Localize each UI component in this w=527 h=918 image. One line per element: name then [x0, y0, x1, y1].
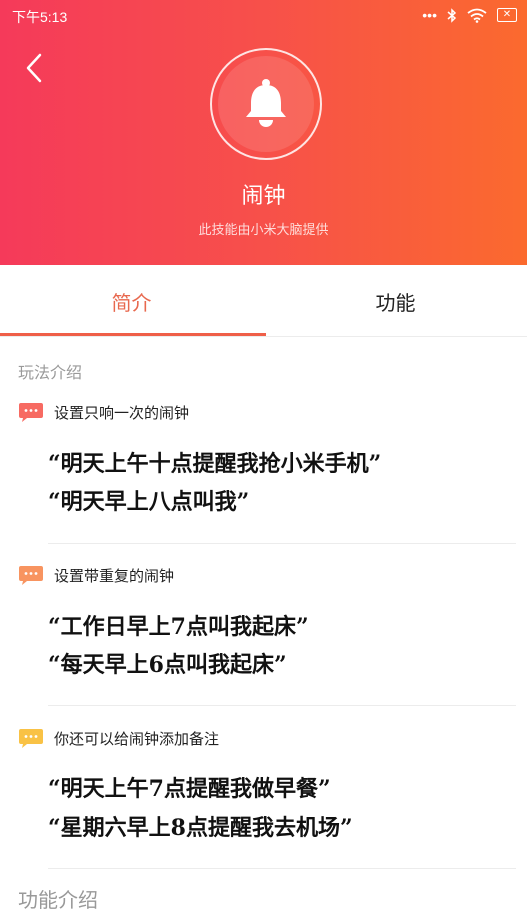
divider: [48, 868, 516, 869]
tab-indicator: [0, 333, 266, 336]
group-title-label: 你还可以给闹钟添加备注: [54, 729, 220, 748]
back-button[interactable]: [16, 48, 52, 88]
group-title-label: 设置只响一次的闹钟: [54, 403, 190, 422]
tab-features[interactable]: 功能: [264, 265, 527, 337]
divider: [48, 705, 516, 706]
example-phrase: “每天早上6点叫我起床”: [48, 652, 287, 678]
header: 下午5:13 ••• ✕ 闹钟 此技能由小米大脑提供: [0, 0, 527, 265]
example-phrase: “明天早上八点叫我”: [48, 489, 250, 515]
page-subtitle: 此技能由小米大脑提供: [198, 223, 329, 238]
group-title: 你还可以给闹钟添加备注: [18, 727, 219, 749]
section-features-heading: 功能介绍: [18, 888, 98, 912]
tab-bar: 简介 功能: [0, 265, 527, 337]
status-bar: 下午5:13 ••• ✕: [0, 0, 527, 32]
wifi-icon: [467, 8, 487, 23]
chat-bubble-icon: [19, 566, 43, 585]
group-title: 设置带重复的闹钟: [18, 564, 174, 586]
bell-icon: [246, 79, 286, 127]
example-phrase: “明天上午十点提醒我抢小米手机”: [48, 451, 382, 477]
page-title: 闹钟: [241, 184, 286, 209]
divider: [48, 543, 516, 544]
status-icons: ••• ✕: [422, 7, 517, 23]
tab-intro[interactable]: 简介: [0, 265, 263, 337]
group-title: 设置只响一次的闹钟: [18, 401, 189, 423]
bluetooth-icon: [447, 7, 457, 23]
example-phrase: “工作日早上7点叫我起床”: [48, 614, 309, 640]
example-phrase: “星期六早上8点提醒我去机场”: [48, 815, 353, 841]
skill-icon-circle: [210, 48, 322, 160]
status-time: 下午5:13: [12, 9, 68, 25]
battery-icon: ✕: [497, 8, 517, 22]
chat-bubble-icon: [19, 729, 43, 748]
section-play-heading: 玩法介绍: [18, 363, 83, 382]
chat-bubble-icon: [19, 403, 43, 422]
example-phrase: “明天上午7点提醒我做早餐”: [48, 776, 331, 802]
group-title-label: 设置带重复的闹钟: [54, 566, 175, 585]
chevron-left-icon: [26, 53, 42, 83]
skill-icon-inner: [218, 56, 314, 152]
more-dots-icon: •••: [422, 7, 437, 23]
